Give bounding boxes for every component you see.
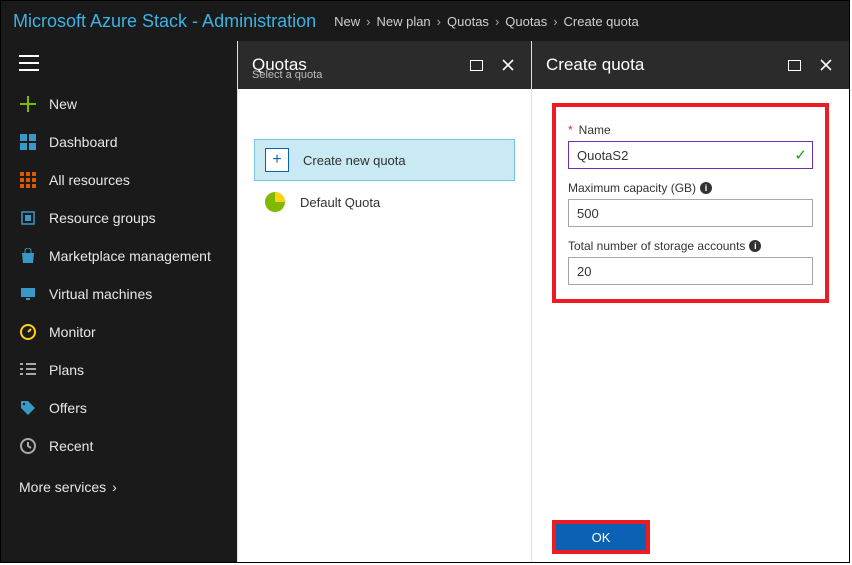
- default-quota-option[interactable]: Default Quota: [254, 181, 515, 223]
- sidebar-item-all-resources[interactable]: All resources: [1, 161, 237, 199]
- sidebar-item-new[interactable]: New: [1, 85, 237, 123]
- info-icon[interactable]: i: [749, 240, 761, 252]
- close-button[interactable]: [817, 56, 835, 74]
- grid-icon: [19, 171, 37, 189]
- breadcrumb[interactable]: Create quota: [560, 14, 643, 29]
- plus-icon: +: [265, 148, 289, 172]
- dashboard-icon: [19, 133, 37, 151]
- quota-option-label: Create new quota: [303, 153, 406, 168]
- menu-icon: [19, 55, 39, 71]
- sidebar-item-label: All resources: [49, 172, 130, 188]
- close-button[interactable]: [499, 56, 517, 74]
- more-services-link[interactable]: More services ›: [1, 469, 237, 505]
- sidebar-item-label: New: [49, 96, 77, 112]
- blade-subtitle: Select a quota: [252, 69, 322, 81]
- bag-icon: [19, 247, 37, 265]
- info-icon[interactable]: i: [700, 182, 712, 194]
- ok-highlight-box: OK: [552, 520, 650, 554]
- blade-header: Create quota: [532, 41, 849, 89]
- sidebar-item-label: Recent: [49, 438, 93, 454]
- sidebar-item-resource-groups[interactable]: Resource groups: [1, 199, 237, 237]
- hamburger-button[interactable]: [1, 41, 237, 85]
- sidebar-item-label: Dashboard: [49, 134, 118, 150]
- clock-icon: [19, 437, 37, 455]
- sidebar-item-monitor[interactable]: Monitor: [1, 313, 237, 351]
- name-label: * Name: [568, 123, 813, 137]
- sidebar-item-plans[interactable]: Plans: [1, 351, 237, 389]
- accounts-label: Total number of storage accounts i: [568, 239, 813, 253]
- tag-icon: [19, 399, 37, 417]
- sidebar-item-label: Monitor: [49, 324, 96, 340]
- capacity-input[interactable]: [568, 199, 813, 227]
- breadcrumb[interactable]: New plan: [372, 14, 434, 29]
- sidebar-item-label: Virtual machines: [49, 286, 152, 302]
- sidebar-item-label: Offers: [49, 400, 87, 416]
- sidebar-item-vms[interactable]: Virtual machines: [1, 275, 237, 313]
- blade-title: Create quota: [546, 55, 644, 75]
- check-icon: ✓: [794, 146, 807, 164]
- cube-icon: [19, 209, 37, 227]
- chevron-right-icon: ›: [435, 14, 443, 29]
- accounts-input[interactable]: [568, 257, 813, 285]
- form-highlight-box: * Name ✓ Maximum capacity (GB) i: [552, 103, 829, 303]
- sidebar: New Dashboard All resources Resource gro…: [1, 41, 237, 562]
- quota-option-label: Default Quota: [300, 195, 380, 210]
- brand-title: Microsoft Azure Stack - Administration: [13, 11, 316, 32]
- monitor-screen-icon: [19, 285, 37, 303]
- more-services-label: More services: [19, 479, 106, 495]
- sidebar-item-label: Marketplace management: [49, 248, 211, 264]
- sidebar-item-recent[interactable]: Recent: [1, 427, 237, 465]
- sidebar-item-marketplace[interactable]: Marketplace management: [1, 237, 237, 275]
- create-new-quota-option[interactable]: + Create new quota: [254, 139, 515, 181]
- name-input[interactable]: [568, 141, 813, 169]
- maximize-button[interactable]: [467, 56, 485, 74]
- ok-button[interactable]: OK: [556, 524, 646, 550]
- topbar: Microsoft Azure Stack - Administration N…: [1, 1, 849, 41]
- breadcrumb[interactable]: Quotas: [443, 14, 493, 29]
- chevron-right-icon: ›: [493, 14, 501, 29]
- create-quota-blade: Create quota * Name ✓: [531, 41, 849, 562]
- sidebar-item-offers[interactable]: Offers: [1, 389, 237, 427]
- breadcrumb[interactable]: Quotas: [501, 14, 551, 29]
- breadcrumb[interactable]: New: [330, 14, 364, 29]
- quotas-blade: Quotas Select a quota + Create new quota…: [237, 41, 531, 562]
- sidebar-item-label: Resource groups: [49, 210, 156, 226]
- required-icon: *: [568, 123, 573, 137]
- sidebar-item-dashboard[interactable]: Dashboard: [1, 123, 237, 161]
- chevron-right-icon: ›: [551, 14, 559, 29]
- plus-icon: [19, 95, 37, 113]
- sidebar-item-label: Plans: [49, 362, 84, 378]
- maximize-button[interactable]: [785, 56, 803, 74]
- gauge-icon: [19, 323, 37, 341]
- blade-header: Quotas Select a quota: [238, 41, 531, 89]
- chevron-right-icon: ›: [364, 14, 372, 29]
- capacity-label: Maximum capacity (GB) i: [568, 181, 813, 195]
- list-icon: [19, 361, 37, 379]
- chevron-right-icon: ›: [112, 479, 117, 495]
- pie-chart-icon: [264, 191, 286, 213]
